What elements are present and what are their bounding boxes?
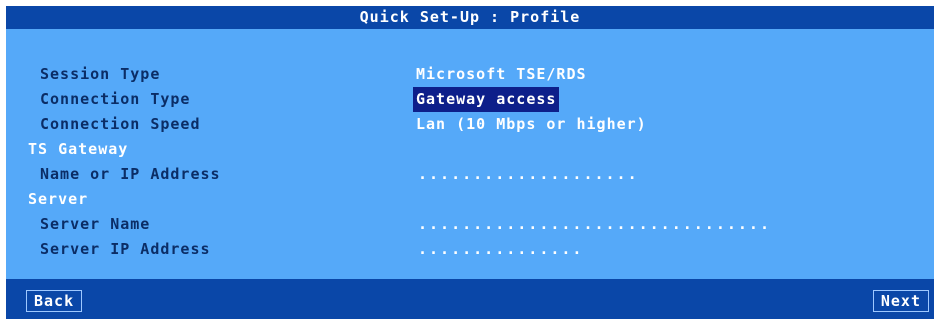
connection-speed-row[interactable]: Connection Speed Lan (10 Mbps or higher) xyxy=(6,112,934,137)
server-name-field[interactable]: ................................ xyxy=(418,212,771,237)
gateway-address-field[interactable]: .................... xyxy=(418,162,639,187)
server-name-row[interactable]: Server Name ............................… xyxy=(6,212,934,237)
profile-form: Session Type Microsoft TSE/RDS Connectio… xyxy=(6,29,934,279)
connection-speed-label: Connection Speed xyxy=(40,115,201,133)
gateway-address-label: Name or IP Address xyxy=(40,165,221,183)
connection-type-label: Connection Type xyxy=(40,90,191,108)
ts-gateway-heading: TS Gateway xyxy=(28,140,129,158)
title-bar: Quick Set-Up : Profile xyxy=(6,6,934,29)
session-type-value[interactable]: Microsoft TSE/RDS xyxy=(416,62,587,87)
next-button[interactable]: Next xyxy=(872,290,929,312)
quick-setup-window: Quick Set-Up : Profile Session Type Micr… xyxy=(6,6,934,319)
ts-gateway-heading-row: TS Gateway xyxy=(6,137,934,162)
server-name-label: Server Name xyxy=(40,215,151,233)
server-ip-row[interactable]: Server IP Address ............... xyxy=(6,237,934,262)
back-button[interactable]: Back xyxy=(26,290,83,312)
session-type-label: Session Type xyxy=(40,65,161,83)
connection-type-row[interactable]: Connection Type Gateway access xyxy=(6,87,934,112)
gateway-address-row[interactable]: Name or IP Address .................... xyxy=(6,162,934,187)
server-heading-row: Server xyxy=(6,187,934,212)
connection-speed-value[interactable]: Lan (10 Mbps or higher) xyxy=(416,112,647,137)
server-heading: Server xyxy=(28,190,89,208)
window-title: Quick Set-Up : Profile xyxy=(359,8,581,26)
server-ip-field[interactable]: ............... xyxy=(418,237,583,262)
button-bar: Back Next xyxy=(6,279,934,319)
server-ip-label: Server IP Address xyxy=(40,240,211,258)
session-type-row[interactable]: Session Type Microsoft TSE/RDS xyxy=(6,62,934,87)
connection-type-value[interactable]: Gateway access xyxy=(413,87,560,112)
